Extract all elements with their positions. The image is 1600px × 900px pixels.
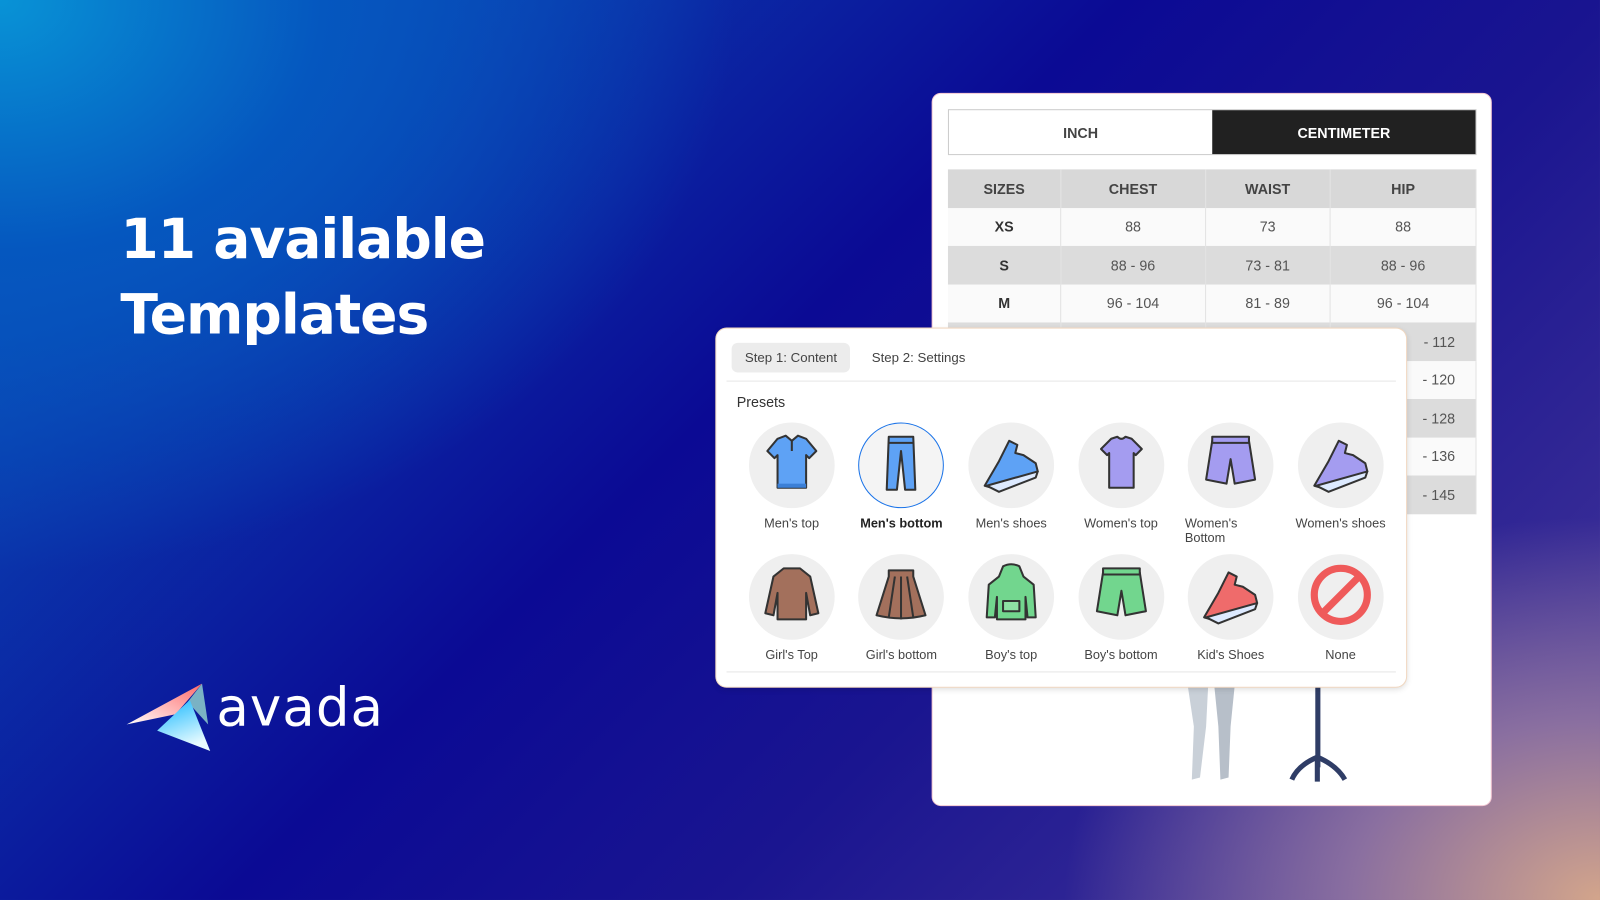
table-cell: 88: [1060, 207, 1206, 246]
table-cell: 88 - 96: [1060, 245, 1206, 285]
column-header: SIZES: [947, 169, 1062, 208]
shorts-icon: [1088, 562, 1153, 632]
preset-thumbnail: [1297, 554, 1384, 640]
unit-inch-button[interactable]: INCH: [949, 110, 1212, 154]
table-row: M 96 - 104 81 - 89 96 - 104: [947, 284, 1477, 323]
skirt-icon: [869, 562, 934, 632]
shorts-icon: [1198, 430, 1263, 500]
preset-women-s-bottom[interactable]: Women's Bottom: [1176, 422, 1286, 545]
presets-grid: Men's top Men's bottom Men's shoes Women's …: [737, 422, 1400, 677]
table-cell: 88 - 96: [1330, 245, 1477, 285]
preset-women-s-shoes[interactable]: Women's shoes: [1286, 422, 1396, 545]
preset-label: Boy's top: [985, 647, 1038, 663]
logo-wordmark: avada: [216, 677, 385, 739]
table-cell: 73 - 81: [1205, 245, 1331, 285]
preset-label: Women's top: [1084, 516, 1158, 531]
table-row: XS 88 73 88: [947, 207, 1477, 246]
hoodie-icon: [979, 562, 1044, 632]
table-cell: 81 - 89: [1205, 284, 1331, 323]
column-header: WAIST: [1205, 169, 1331, 208]
preset-thumbnail: [1187, 422, 1274, 509]
preset-boy-s-bottom[interactable]: Boy's bottom: [1066, 554, 1176, 677]
logo-mark-icon: [126, 683, 211, 752]
preset-label: Women's shoes: [1295, 516, 1386, 531]
preset-women-s-top[interactable]: Women's top: [1066, 422, 1176, 545]
preset-label: Kid's Shoes: [1197, 647, 1265, 663]
jeans-icon: [869, 430, 934, 500]
table-cell: M: [947, 284, 1062, 323]
headline: 11 available Templates: [120, 202, 486, 353]
preset-thumbnail: [858, 422, 945, 509]
preset-thumbnail: [968, 554, 1055, 640]
tshirt-icon: [1088, 430, 1153, 500]
tab-step-1-content[interactable]: Step 1: Content: [731, 342, 851, 373]
table-cell: XS: [947, 207, 1062, 246]
table-row: S 88 - 96 73 - 81 88 - 96: [947, 245, 1477, 285]
table-cell: 73: [1205, 207, 1331, 246]
preset-men-s-shoes[interactable]: Men's shoes: [956, 422, 1066, 545]
preset-men-s-top[interactable]: Men's top: [737, 422, 847, 545]
mannequin-image: [1187, 685, 1348, 782]
presets-label: Presets: [736, 393, 786, 411]
preset-thumbnail: [1078, 554, 1164, 640]
preset-label: Men's bottom: [860, 516, 943, 531]
no-sign-icon: [1308, 562, 1373, 632]
preset-label: None: [1325, 647, 1356, 663]
divider: [726, 671, 1396, 673]
preset-thumbnail: [748, 422, 835, 509]
preset-none[interactable]: None: [1286, 554, 1396, 677]
avada-logo: avada: [124, 678, 389, 755]
column-header: CHEST: [1060, 169, 1206, 208]
headline-line-1: 11 available: [120, 207, 486, 272]
column-header: HIP: [1330, 169, 1477, 208]
template-picker-panel: Step 1: Content Step 2: Settings Presets…: [716, 328, 1407, 687]
sneaker-icon: [1308, 430, 1373, 500]
preset-thumbnail: [1187, 554, 1274, 640]
preset-thumbnail: [858, 554, 945, 640]
table-cell: 96 - 104: [1330, 284, 1477, 323]
sweater-icon: [759, 562, 824, 632]
unit-centimeter-button[interactable]: CENTIMETER: [1212, 110, 1476, 155]
preset-label: Men's shoes: [975, 516, 1047, 531]
sneaker-icon: [1198, 562, 1263, 632]
preset-men-s-bottom[interactable]: Men's bottom: [847, 422, 957, 545]
preset-kid-s-shoes[interactable]: Kid's Shoes: [1176, 554, 1286, 677]
step-tabs: Step 1: Content Step 2: Settings: [731, 342, 979, 373]
preset-thumbnail: [1078, 422, 1164, 509]
unit-toggle: INCH CENTIMETER: [947, 109, 1477, 156]
table-cell: 88: [1330, 207, 1477, 246]
polo-shirt-icon: [759, 430, 824, 500]
table-cell: 96 - 104: [1060, 284, 1206, 323]
preset-label: Men's top: [764, 516, 820, 531]
table-header: SIZES CHEST WAIST HIP: [947, 169, 1477, 208]
preset-label: Girl's Top: [765, 647, 818, 663]
preset-girl-s-top[interactable]: Girl's Top: [737, 554, 847, 677]
banner: 11 available Templates avada INCH CENTIM…: [0, 0, 1600, 900]
preset-girl-s-bottom[interactable]: Girl's bottom: [847, 554, 957, 677]
preset-thumbnail: [1297, 422, 1384, 509]
preset-thumbnail: [968, 422, 1055, 509]
preset-thumbnail: [748, 554, 835, 640]
preset-boy-s-top[interactable]: Boy's top: [956, 554, 1066, 677]
headline-line-2: Templates: [120, 282, 429, 347]
preset-label: Boy's bottom: [1084, 647, 1158, 663]
sneaker-icon: [979, 430, 1044, 500]
table-cell: S: [947, 245, 1062, 285]
tab-step-2-settings[interactable]: Step 2: Settings: [859, 343, 979, 373]
preset-label: Girl's bottom: [865, 647, 937, 663]
preset-label: Women's Bottom: [1184, 516, 1238, 545]
divider: [726, 380, 1396, 382]
